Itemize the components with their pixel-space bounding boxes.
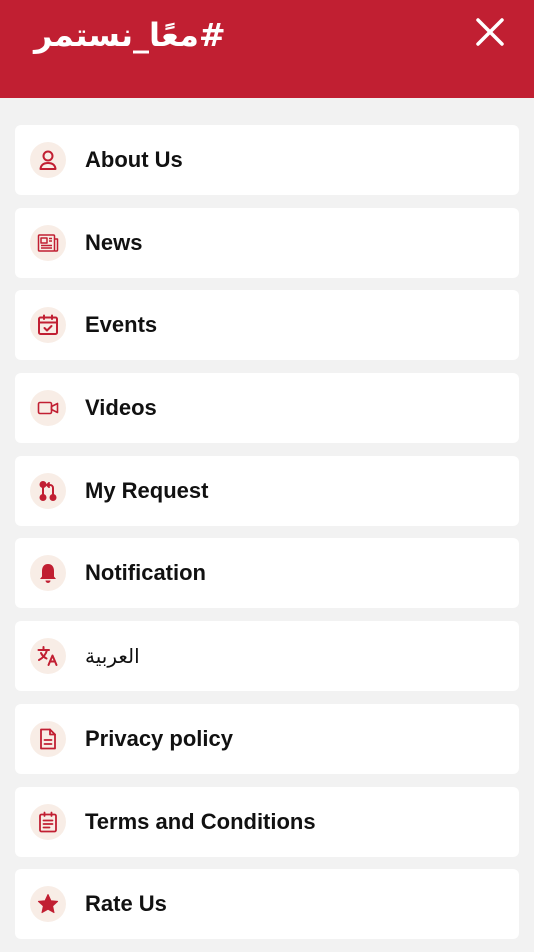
menu-item-my-request[interactable]: My Request bbox=[15, 455, 519, 526]
menu-item-rate-us[interactable]: Rate Us bbox=[15, 869, 519, 940]
menu-item-label: My Request bbox=[85, 477, 209, 503]
menu-item-label: News bbox=[85, 229, 143, 255]
menu-item-terms[interactable]: Terms and Conditions bbox=[15, 786, 519, 857]
star-icon bbox=[30, 886, 66, 923]
close-button[interactable] bbox=[470, 12, 510, 52]
menu-item-news[interactable]: News bbox=[15, 207, 519, 278]
menu-item-privacy-policy[interactable]: Privacy policy bbox=[15, 703, 519, 774]
bell-icon bbox=[30, 555, 66, 592]
pull-request-icon bbox=[30, 472, 66, 509]
menu-item-label: Events bbox=[85, 312, 158, 338]
close-icon bbox=[476, 18, 504, 46]
brand-hashtag: #معًا_نستمر bbox=[34, 16, 226, 54]
side-menu: About Us News Events Videos My Request N… bbox=[15, 125, 519, 952]
menu-item-label: Rate Us bbox=[85, 891, 167, 917]
menu-item-label: About Us bbox=[85, 147, 183, 172]
calendar-check-icon bbox=[30, 307, 66, 344]
newspaper-icon bbox=[30, 224, 66, 261]
menu-item-events[interactable]: Events bbox=[15, 290, 519, 361]
menu-item-about-us[interactable]: About Us bbox=[15, 125, 519, 195]
app-header: #معًا_نستمر bbox=[0, 0, 534, 98]
menu-item-label: Videos bbox=[85, 395, 157, 421]
menu-item-language[interactable]: العربية bbox=[15, 621, 519, 692]
list-calendar-icon bbox=[30, 803, 66, 840]
menu-item-label: العربية bbox=[85, 644, 140, 669]
menu-item-notification[interactable]: Notification bbox=[15, 538, 519, 609]
menu-item-label: Terms and Conditions bbox=[85, 808, 316, 834]
video-camera-icon bbox=[30, 390, 66, 427]
menu-item-videos[interactable]: Videos bbox=[15, 373, 519, 444]
menu-item-label: Notification bbox=[85, 560, 206, 586]
menu-item-label: Privacy policy bbox=[85, 725, 233, 751]
translate-icon bbox=[30, 638, 66, 675]
document-icon bbox=[30, 720, 66, 757]
person-icon bbox=[30, 142, 66, 178]
